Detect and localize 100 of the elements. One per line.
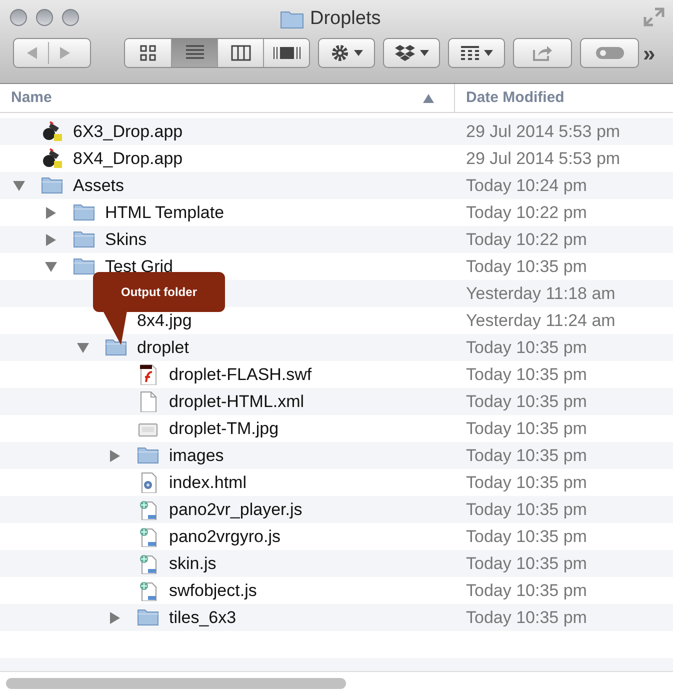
minimize-button[interactable] xyxy=(36,8,53,26)
view-mode-button[interactable] xyxy=(171,39,217,67)
date-modified: Today 10:35 pm xyxy=(465,364,587,386)
folder-icon xyxy=(73,202,95,223)
folder-icon xyxy=(105,337,127,358)
horizontal-scrollbar[interactable] xyxy=(6,678,346,688)
window-title: Droplets xyxy=(310,7,381,31)
file-row[interactable]: droplet-HTML.xml Today 10:35 pm xyxy=(0,388,673,415)
arrange-menu-button[interactable] xyxy=(448,38,505,68)
date-modified: Today 10:35 pm xyxy=(465,418,587,440)
date-modified: Today 10:35 pm xyxy=(465,336,587,359)
file-name[interactable]: droplet xyxy=(137,334,189,360)
folder-icon xyxy=(137,445,159,466)
action-menu-button[interactable] xyxy=(318,38,375,68)
share-icon xyxy=(532,45,552,61)
cover-flow-icon xyxy=(272,44,300,62)
forward-icon[interactable] xyxy=(59,46,71,60)
app-icon xyxy=(41,148,63,169)
date-modified: Today 10:35 pm xyxy=(465,472,587,494)
folder-icon xyxy=(41,175,63,196)
date-modified: Today 10:22 pm xyxy=(465,228,587,251)
view-mode-control[interactable] xyxy=(124,38,310,68)
date-modified: Today 10:35 pm xyxy=(465,498,587,521)
file-name[interactable]: droplet-TM.jpg xyxy=(169,416,279,442)
caret-icon xyxy=(420,50,428,56)
script-file-icon xyxy=(137,580,159,601)
callout-pointer xyxy=(103,311,127,345)
gear-icon xyxy=(330,44,348,62)
disclosure-triangle-icon[interactable] xyxy=(45,260,57,272)
disclosure-triangle-icon[interactable] xyxy=(109,450,121,462)
file-name[interactable]: Skins xyxy=(105,226,147,252)
folder-icon xyxy=(73,256,95,277)
date-modified: Today 10:35 pm xyxy=(465,552,587,575)
caret-icon xyxy=(354,50,362,56)
column-view-icon xyxy=(230,44,250,62)
date-modified: Today 10:35 pm xyxy=(465,526,587,548)
overflow-button[interactable]: » xyxy=(643,36,656,70)
file-name[interactable]: HTML Template xyxy=(105,200,224,226)
disclosure-triangle-icon[interactable] xyxy=(77,342,89,354)
file-row[interactable]: Assets Today 10:24 pm xyxy=(0,172,673,199)
file-name[interactable]: images xyxy=(169,442,224,468)
disclosure-triangle-icon[interactable] xyxy=(13,180,25,192)
file-row[interactable]: skin.js Today 10:35 pm xyxy=(0,550,673,577)
disclosure-triangle-icon[interactable] xyxy=(109,612,121,624)
date-modified: Today 10:24 pm xyxy=(465,174,587,197)
date-modified: 29 Jul 2014 5:53 pm xyxy=(465,148,620,170)
folder-icon xyxy=(280,9,304,30)
file-name[interactable]: droplet-FLASH.swf xyxy=(169,362,312,388)
toggle-icon xyxy=(594,46,624,60)
file-name[interactable]: pano2vrgyro.js xyxy=(169,524,281,550)
file-row[interactable]: tiles_6x3 Today 10:35 pm xyxy=(0,604,673,631)
script-file-icon xyxy=(137,553,159,574)
date-modified: Yesterday 11:18 am xyxy=(465,282,616,305)
file-row[interactable]: Skins Today 10:22 pm xyxy=(0,226,673,253)
back-forward-control[interactable] xyxy=(13,38,91,68)
file-name[interactable]: 8X4_Drop.app xyxy=(73,146,183,172)
back-icon[interactable] xyxy=(26,46,38,60)
file-row[interactable]: droplet Today 10:35 pm xyxy=(0,334,673,361)
icon-view-icon xyxy=(139,44,157,62)
file-name[interactable]: swfobject.js xyxy=(169,578,257,604)
date-modified: Today 10:35 pm xyxy=(465,256,587,278)
script-file-icon xyxy=(137,526,159,547)
script-file-icon xyxy=(137,499,159,520)
file-row[interactable]: pano2vr_player.js Today 10:35 pm xyxy=(0,496,673,523)
share-button[interactable] xyxy=(513,38,572,68)
close-button[interactable] xyxy=(10,8,27,26)
date-modified: Today 10:35 pm xyxy=(465,444,587,467)
view-mode-button[interactable] xyxy=(263,39,309,67)
date-modified: Today 10:22 pm xyxy=(465,202,587,224)
toggle-button[interactable] xyxy=(580,38,639,68)
date-modified: Today 10:35 pm xyxy=(465,580,587,602)
view-mode-button[interactable] xyxy=(125,39,171,67)
file-name[interactable]: index.html xyxy=(169,470,246,496)
file-name[interactable]: 6X3_Drop.app xyxy=(73,118,183,144)
file-name[interactable]: Assets xyxy=(73,172,124,198)
file-name[interactable]: skin.js xyxy=(169,550,216,576)
date-modified: 29 Jul 2014 5:53 pm xyxy=(465,120,620,143)
dropbox-menu-button[interactable] xyxy=(383,38,440,68)
date-modified: Today 10:35 pm xyxy=(465,390,587,413)
disclosure-triangle-icon[interactable] xyxy=(45,234,57,246)
file-name[interactable]: tiles_6x3 xyxy=(169,604,236,630)
app-icon xyxy=(41,121,63,142)
date-modified: Today 10:35 pm xyxy=(465,606,587,629)
list-view-icon xyxy=(186,44,204,62)
folder-icon xyxy=(73,229,95,250)
file-name[interactable]: droplet-HTML.xml xyxy=(169,388,304,414)
zoom-button[interactable] xyxy=(62,8,79,26)
file-row[interactable]: images Today 10:35 pm xyxy=(0,442,673,469)
name-column-header[interactable]: Name xyxy=(0,84,455,112)
disclosure-triangle-icon[interactable] xyxy=(45,206,57,218)
date-modified: Yesterday 11:24 am xyxy=(465,310,616,332)
view-mode-button[interactable] xyxy=(217,39,263,67)
file-row[interactable]: 6X3_Drop.app 29 Jul 2014 5:53 pm xyxy=(0,118,673,145)
file-name[interactable]: pano2vr_player.js xyxy=(169,496,302,522)
dropbox-icon xyxy=(394,44,414,62)
grid-icon xyxy=(460,46,478,60)
caret-icon xyxy=(484,50,492,56)
flash-file-icon xyxy=(137,364,159,385)
fullscreen-icon[interactable] xyxy=(643,7,665,27)
date-column-header[interactable]: Date Modified xyxy=(455,84,564,112)
